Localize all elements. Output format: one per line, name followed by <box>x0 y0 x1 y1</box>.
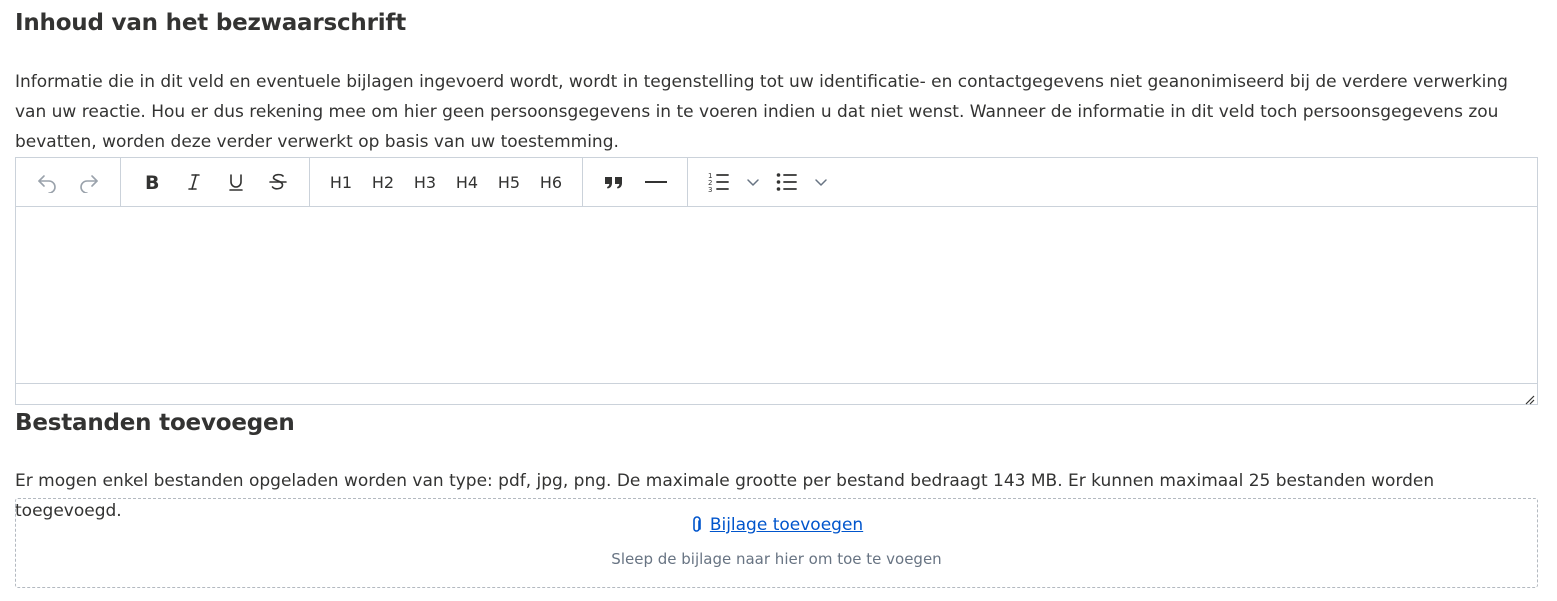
bold-icon: B <box>145 172 159 192</box>
block-group <box>583 158 688 206</box>
italic-icon <box>188 174 200 190</box>
bullet-list-button[interactable] <box>766 162 808 202</box>
chevron-down-icon <box>747 179 759 186</box>
resize-grip-icon <box>1525 395 1535 405</box>
heading-group: H1 H2 H3 H4 H5 H6 <box>310 158 583 206</box>
heading-3-button[interactable]: H3 <box>404 162 446 202</box>
heading-5-button[interactable]: H5 <box>488 162 530 202</box>
section-title-content: Inhoud van het bezwaarschrift <box>15 10 407 36</box>
blockquote-icon <box>605 177 622 189</box>
ordered-list-icon: 123 <box>708 172 729 194</box>
undo-icon <box>38 175 56 193</box>
heading-2-button[interactable]: H2 <box>362 162 404 202</box>
format-group: B <box>121 158 310 206</box>
ordered-list-options-button[interactable] <box>740 162 766 202</box>
drop-hint-text: Sleep de bijlage naar hier om toe te voe… <box>611 550 942 568</box>
svg-text:3: 3 <box>708 186 712 194</box>
undo-button[interactable] <box>26 162 68 202</box>
ordered-list-button[interactable]: 123 <box>698 162 740 202</box>
content-instructions: Informatie die in dit veld en eventuele … <box>15 72 1508 152</box>
underline-icon <box>229 174 243 191</box>
editor-content-area[interactable] <box>16 207 1537 384</box>
strikethrough-icon <box>269 173 287 190</box>
rich-text-editor: B H1 H2 H3 H4 H5 H6 1 2 3 <box>15 157 1538 405</box>
resize-handle[interactable] <box>1523 390 1535 405</box>
chevron-down-icon <box>815 179 827 186</box>
heading-4-button[interactable]: H4 <box>446 162 488 202</box>
file-dropzone[interactable]: Bijlage toevoegen Sleep de bijlage naar … <box>15 498 1538 588</box>
blockquote-button[interactable] <box>593 162 635 202</box>
horizontal-rule-icon <box>645 181 667 183</box>
strikethrough-button[interactable] <box>257 162 299 202</box>
bullet-list-options-button[interactable] <box>808 162 834 202</box>
italic-button[interactable] <box>173 162 215 202</box>
editor-toolbar: B H1 H2 H3 H4 H5 H6 1 2 3 <box>16 158 1537 207</box>
add-attachment-link[interactable]: Bijlage toevoegen <box>690 515 863 535</box>
bullet-list-icon <box>776 173 797 191</box>
svg-text:B: B <box>145 172 159 192</box>
heading-1-button[interactable]: H1 <box>320 162 362 202</box>
redo-icon <box>80 175 98 193</box>
heading-6-button[interactable]: H6 <box>530 162 572 202</box>
history-group <box>16 158 121 206</box>
section-title-files: Bestanden toevoegen <box>15 410 295 436</box>
add-attachment-label[interactable]: Bijlage toevoegen <box>710 515 863 535</box>
horizontal-rule-button[interactable] <box>635 162 677 202</box>
redo-button[interactable] <box>68 162 110 202</box>
paperclip-icon <box>693 516 701 532</box>
bold-button[interactable]: B <box>131 162 173 202</box>
underline-button[interactable] <box>215 162 257 202</box>
list-group: 123 <box>688 158 844 206</box>
